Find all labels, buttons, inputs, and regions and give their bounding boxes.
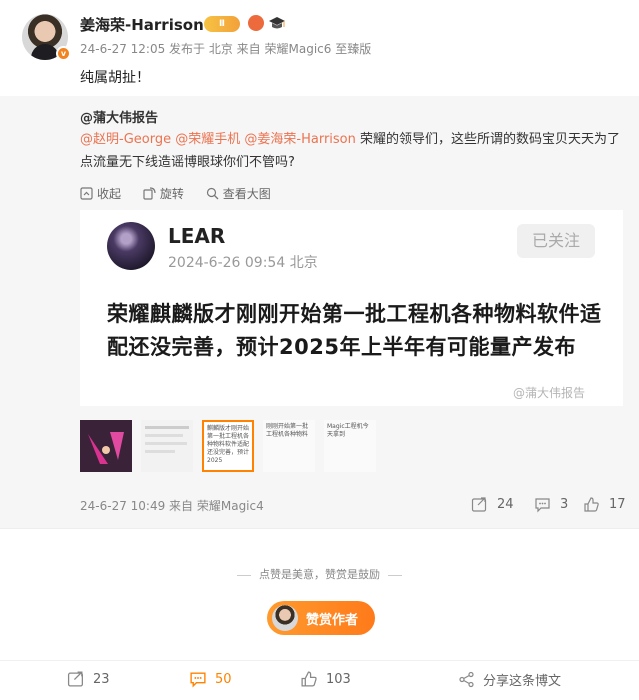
graduation-cap-icon[interactable]: [268, 15, 286, 31]
repost-count: 24: [497, 496, 514, 512]
verified-badge-icon: v: [56, 46, 71, 61]
repost-repost-button[interactable]: 24: [471, 494, 514, 514]
thumbnail-graphic: [145, 426, 189, 453]
share-icon: [459, 671, 474, 688]
share-button[interactable]: 分享这条博文: [458, 670, 561, 689]
mention-link[interactable]: @荣耀手机: [175, 132, 240, 147]
like-icon: [301, 671, 317, 687]
divider: [0, 528, 639, 529]
view-large-label: 查看大图: [222, 187, 271, 201]
comment-icon: [190, 672, 206, 688]
reward-caption-text: 点赞是美意，赞赏是鼓励: [259, 568, 380, 581]
post-header: v 姜海荣-Harrison Ⅱ 24-6-27 12:05 发布于 北京 来自…: [0, 0, 639, 95]
repost-icon: [471, 496, 487, 512]
thumbnail-text: 麒麟版才刚开始第一批工程机各种物料软件适配还没完善，预计2025: [207, 425, 250, 464]
reward-button-label: 赞赏作者: [306, 612, 359, 628]
rotate-icon: [143, 187, 156, 200]
like-count: 103: [326, 671, 351, 687]
repost-icon: [67, 671, 83, 687]
comment-icon: [535, 497, 550, 512]
repost-count: 23: [93, 671, 110, 687]
lear-date: 2024-6-26 09:54 北京: [168, 255, 318, 271]
collapse-icon: [80, 187, 93, 200]
repost-button[interactable]: 23: [67, 670, 110, 688]
reward-caption: 点赞是美意，赞赏是鼓励: [0, 566, 639, 582]
share-label: 分享这条博文: [483, 674, 562, 689]
thumbnail-text: 刚刚开始第一批工程机各种物料: [266, 423, 309, 438]
post-meta: 24-6-27 12:05 发布于 北京 来自 荣耀Magic6 至臻版: [80, 42, 372, 56]
reward-author-button[interactable]: 赞赏作者: [267, 601, 375, 635]
dragon-badge-icon[interactable]: [248, 15, 264, 31]
screenshot-image[interactable]: LEAR 2024-6-26 09:54 北京 已关注 荣耀麒麟版才刚刚开始第一…: [80, 210, 623, 406]
like-count: 17: [609, 496, 626, 512]
lear-name: LEAR: [168, 224, 226, 248]
collapse-label: 收起: [97, 187, 122, 201]
thumbnail[interactable]: [141, 420, 193, 472]
comment-button[interactable]: 50: [189, 670, 232, 688]
mention-link[interactable]: @姜海荣-Harrison: [244, 132, 355, 147]
thumbnail-graphic: [80, 420, 132, 472]
view-large-button[interactable]: 查看大图: [206, 185, 271, 202]
collapse-button[interactable]: 收起: [80, 185, 121, 202]
thumbnail-text: Magic工程机今天拿到: [327, 423, 369, 438]
image-toolbar: 收起 旋转 查看大图: [80, 185, 289, 203]
comment-count: 3: [560, 496, 569, 512]
thumbnail-active[interactable]: 麒麟版才刚开始第一批工程机各种物料软件适配还没完善，预计2025: [202, 420, 254, 472]
repost-meta: 24-6-27 10:49 来自 荣耀Magic4: [80, 499, 264, 513]
rotate-button[interactable]: 旋转: [143, 185, 184, 202]
repost-comment-button[interactable]: 3: [534, 494, 568, 514]
post-text: 纯属胡扯！: [80, 70, 150, 86]
repost-text: @赵明-George @荣耀手机 @姜海荣-Harrison 荣耀的领导们，这些…: [80, 128, 625, 174]
like-button[interactable]: 103: [300, 670, 351, 688]
thumbnail[interactable]: [80, 420, 132, 472]
rotate-label: 旋转: [159, 187, 184, 201]
magnify-icon: [206, 187, 219, 200]
watermark: @蒲大伟报告: [513, 386, 586, 400]
lear-post-text: 荣耀麒麟版才刚刚开始第一批工程机各种物料软件适配还没完善，预计2025年上半年有…: [107, 302, 602, 359]
repost-like-button[interactable]: 17: [583, 494, 626, 514]
thumbnail[interactable]: Magic工程机今天拿到: [324, 420, 376, 472]
username[interactable]: 姜海荣-Harrison: [80, 14, 204, 35]
lear-avatar: [107, 222, 155, 270]
level-badge-icon[interactable]: Ⅱ: [204, 16, 240, 32]
comment-count: 50: [215, 671, 232, 687]
follow-status: 已关注: [517, 224, 595, 258]
repost-author-link[interactable]: @蒲大伟报告: [80, 107, 158, 126]
bottom-action-bar: 23 50 103 分享这条博文: [0, 660, 639, 700]
thumbnail[interactable]: 刚刚开始第一批工程机各种物料: [263, 420, 315, 472]
avatar: [272, 605, 298, 631]
mention-link[interactable]: @赵明-George: [80, 132, 171, 147]
like-icon: [584, 496, 599, 512]
